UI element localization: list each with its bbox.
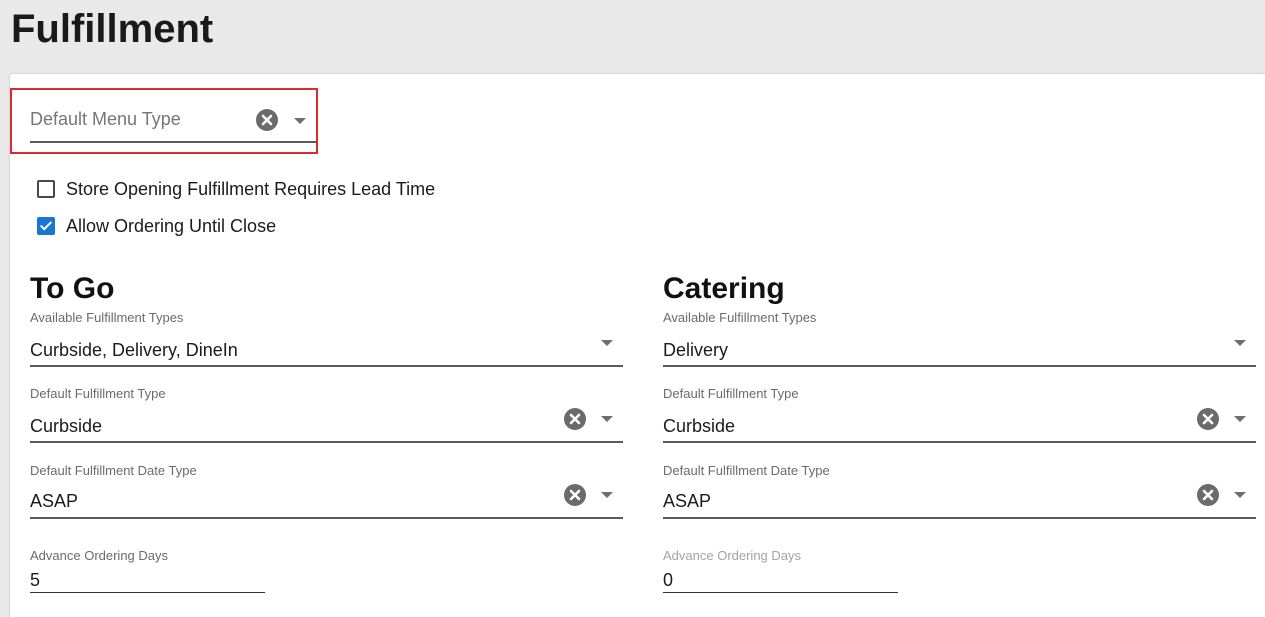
catering-default-type-label: Default Fulfillment Type: [663, 386, 799, 401]
chevron-down-icon[interactable]: [601, 416, 613, 422]
togo-default-type-select[interactable]: Default Fulfillment Type Curbside: [30, 386, 623, 444]
clear-circle-icon[interactable]: [255, 108, 279, 132]
clear-circle-icon[interactable]: [563, 407, 587, 431]
togo-available-types-label: Available Fulfillment Types: [30, 310, 184, 325]
togo-default-type-underline: [30, 441, 623, 443]
catering-default-date-type-label: Default Fulfillment Date Type: [663, 463, 830, 478]
default-menu-type-select[interactable]: Default Menu Type: [30, 106, 316, 144]
togo-default-type-label: Default Fulfillment Type: [30, 386, 166, 401]
catering-default-type-value: Curbside: [663, 416, 736, 436]
catering-available-types-label: Available Fulfillment Types: [663, 310, 817, 325]
catering-default-type-select[interactable]: Default Fulfillment Type Curbside: [663, 386, 1256, 444]
catering-default-date-type-select[interactable]: Default Fulfillment Date Type ASAP: [663, 463, 1256, 521]
catering-default-type-underline: [663, 441, 1256, 443]
togo-default-date-type-underline: [30, 517, 623, 519]
clear-circle-icon[interactable]: [1196, 407, 1220, 431]
chevron-down-icon[interactable]: [1234, 416, 1246, 422]
togo-default-date-type-label: Default Fulfillment Date Type: [30, 463, 197, 478]
togo-advance-days-input[interactable]: Advance Ordering Days 5: [30, 548, 265, 596]
togo-available-types-value: Curbside, Delivery, DineIn: [30, 340, 238, 360]
menu-type-underline: [30, 141, 316, 143]
togo-default-date-type-value: ASAP: [30, 491, 79, 511]
order-until-close-option[interactable]: Allow Ordering Until Close: [37, 215, 276, 237]
togo-available-types-select[interactable]: Available Fulfillment Types Curbside, De…: [30, 310, 623, 368]
togo-default-type-value: Curbside: [30, 416, 103, 436]
catering-advance-days-input[interactable]: Advance Ordering Days 0: [663, 548, 898, 596]
togo-available-types-underline: [30, 365, 623, 367]
chevron-down-icon[interactable]: [1234, 492, 1246, 498]
togo-default-date-type-select[interactable]: Default Fulfillment Date Type ASAP: [30, 463, 623, 521]
default-menu-type-placeholder: Default Menu Type: [30, 109, 181, 129]
togo-section-title: To Go: [30, 272, 115, 305]
clear-circle-icon[interactable]: [563, 483, 587, 507]
catering-default-date-type-value: ASAP: [663, 491, 712, 511]
catering-section-title: Catering: [663, 272, 785, 305]
catering-advance-days-label: Advance Ordering Days: [663, 548, 802, 563]
catering-advance-days-underline: [663, 592, 898, 593]
catering-available-types-select[interactable]: Available Fulfillment Types Delivery: [663, 310, 1256, 368]
catering-available-types-underline: [663, 365, 1256, 367]
lead-time-checkbox[interactable]: [37, 180, 55, 198]
togo-advance-days-underline: [30, 592, 265, 593]
lead-time-option[interactable]: Store Opening Fulfillment Requires Lead …: [37, 178, 435, 200]
togo-advance-days-value[interactable]: 5: [30, 570, 40, 591]
chevron-down-icon[interactable]: [1234, 340, 1246, 346]
chevron-down-icon[interactable]: [601, 340, 613, 346]
order-until-close-label[interactable]: Allow Ordering Until Close: [66, 216, 276, 237]
fulfillment-card: Default Menu Type Store Opening Fulfillm…: [10, 74, 1265, 617]
chevron-down-icon[interactable]: [601, 492, 613, 498]
catering-available-types-value: Delivery: [663, 340, 729, 360]
lead-time-label[interactable]: Store Opening Fulfillment Requires Lead …: [66, 179, 435, 200]
chevron-down-icon[interactable]: [294, 118, 306, 124]
clear-circle-icon[interactable]: [1196, 483, 1220, 507]
page-title: Fulfillment: [11, 7, 214, 51]
catering-default-date-type-underline: [663, 517, 1256, 519]
catering-advance-days-value[interactable]: 0: [663, 570, 673, 591]
togo-advance-days-label: Advance Ordering Days: [30, 548, 169, 563]
order-until-close-checkbox[interactable]: [37, 217, 55, 235]
